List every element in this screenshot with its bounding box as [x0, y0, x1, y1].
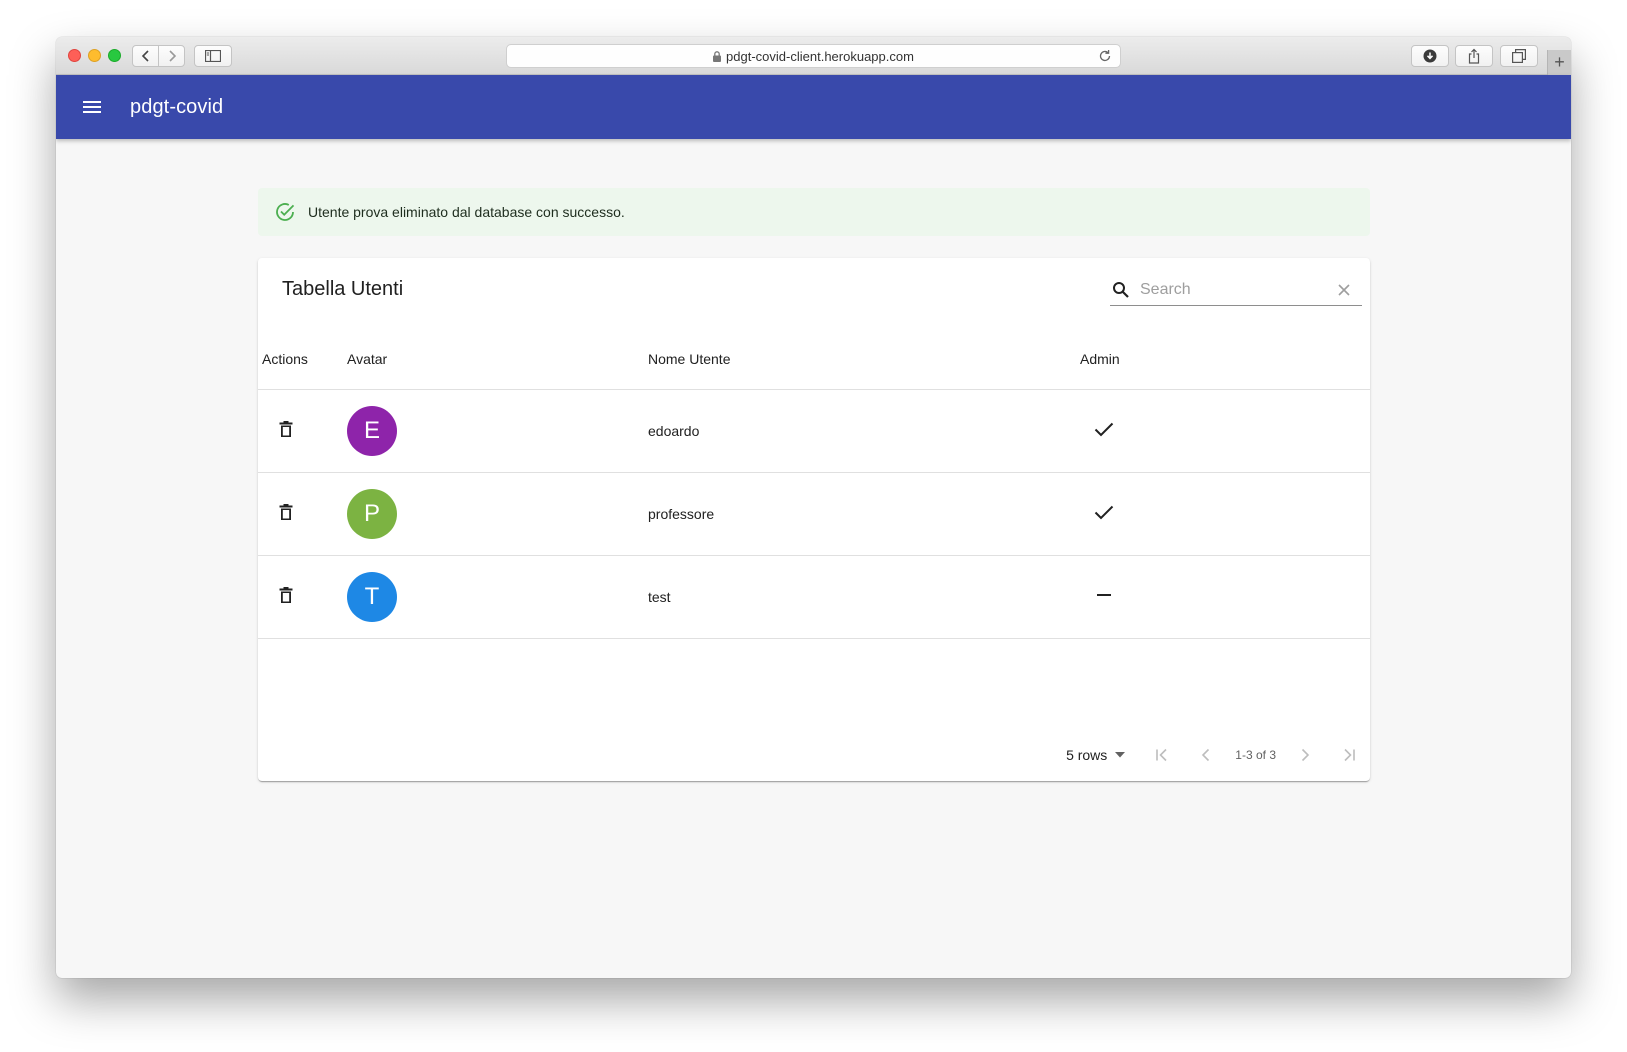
sidebar-toggle-button[interactable] [194, 45, 232, 67]
username-cell: edoardo [648, 389, 1080, 473]
share-button[interactable] [1455, 45, 1493, 67]
sidebar-icon [205, 50, 221, 62]
chevron-left-icon [1202, 748, 1210, 762]
users-table: Actions Avatar Nome Utente Admin E edoar… [258, 329, 1370, 639]
pagination: 5 rows 1-3 of 3 [258, 729, 1370, 781]
first-page-icon [1156, 748, 1167, 762]
lock-icon [713, 50, 722, 62]
table-row: P professore [258, 472, 1370, 556]
column-header-username[interactable]: Nome Utente [648, 329, 1080, 390]
last-page-icon [1344, 748, 1355, 762]
check-circle-outline-icon [274, 201, 296, 223]
chevron-right-icon [169, 50, 176, 62]
avatar: E [347, 405, 397, 456]
dash-icon [1094, 587, 1114, 603]
avatar: P [347, 488, 397, 539]
chevron-left-icon [141, 50, 149, 62]
last-page-button[interactable] [1334, 740, 1364, 770]
delete-icon[interactable] [279, 420, 293, 438]
table-row: E edoardo [258, 389, 1370, 473]
alert-message: Utente prova eliminato dal database con … [308, 204, 625, 220]
previous-page-button[interactable] [1191, 740, 1221, 770]
new-tab-button[interactable]: + [1547, 50, 1571, 75]
first-page-button[interactable] [1147, 740, 1177, 770]
back-button[interactable] [133, 46, 158, 66]
browser-window: pdgt-covid-client.herokuapp.com + pdgt-c… [56, 37, 1571, 978]
forward-button[interactable] [158, 46, 184, 66]
share-icon [1468, 48, 1480, 64]
column-header-actions[interactable]: Actions [258, 329, 347, 390]
table-header-row: Actions Avatar Nome Utente Admin [258, 329, 1370, 390]
check-icon [1094, 421, 1114, 437]
tabs-overview-icon [1512, 49, 1526, 63]
downloads-button[interactable] [1411, 45, 1449, 67]
username-cell: test [648, 555, 1080, 639]
close-window-button[interactable] [68, 49, 81, 62]
page-range: 1-3 of 3 [1235, 748, 1276, 762]
app-bar: pdgt-covid [56, 75, 1571, 139]
next-page-button[interactable] [1290, 740, 1320, 770]
username-cell: professore [648, 472, 1080, 556]
caret-down-icon [1115, 752, 1126, 758]
delete-icon[interactable] [279, 503, 293, 521]
menu-button[interactable] [80, 95, 104, 119]
delete-icon[interactable] [279, 586, 293, 604]
download-icon [1423, 49, 1437, 63]
rows-per-page-select[interactable]: 5 rows [1066, 747, 1126, 763]
users-table-card: Tabella Utenti Actions Avatar Nome Utent… [258, 258, 1370, 781]
reload-icon[interactable] [1098, 49, 1112, 63]
history-nav [132, 45, 185, 67]
chevron-right-icon [1301, 748, 1310, 762]
minimize-window-button[interactable] [88, 49, 101, 62]
success-alert: Utente prova eliminato dal database con … [258, 188, 1370, 236]
url-text: pdgt-covid-client.herokuapp.com [726, 48, 914, 64]
browser-toolbar: pdgt-covid-client.herokuapp.com + [56, 37, 1571, 75]
search-icon [1112, 281, 1130, 299]
zoom-window-button[interactable] [108, 49, 121, 62]
hamburger-menu-icon [83, 101, 101, 113]
rows-per-page-value: 5 rows [1066, 747, 1108, 763]
address-bar[interactable]: pdgt-covid-client.herokuapp.com [506, 44, 1121, 68]
column-header-avatar[interactable]: Avatar [347, 329, 648, 390]
search-input[interactable] [1140, 280, 1320, 299]
search-field [1110, 274, 1362, 306]
table-title: Tabella Utenti [282, 278, 404, 300]
clear-search-icon[interactable] [1338, 283, 1350, 296]
table-row: T test [258, 555, 1370, 639]
show-tabs-button[interactable] [1500, 45, 1538, 67]
app-title: pdgt-covid [130, 95, 224, 118]
check-icon [1094, 504, 1114, 520]
column-header-admin[interactable]: Admin [1080, 329, 1370, 390]
avatar: T [347, 571, 397, 622]
